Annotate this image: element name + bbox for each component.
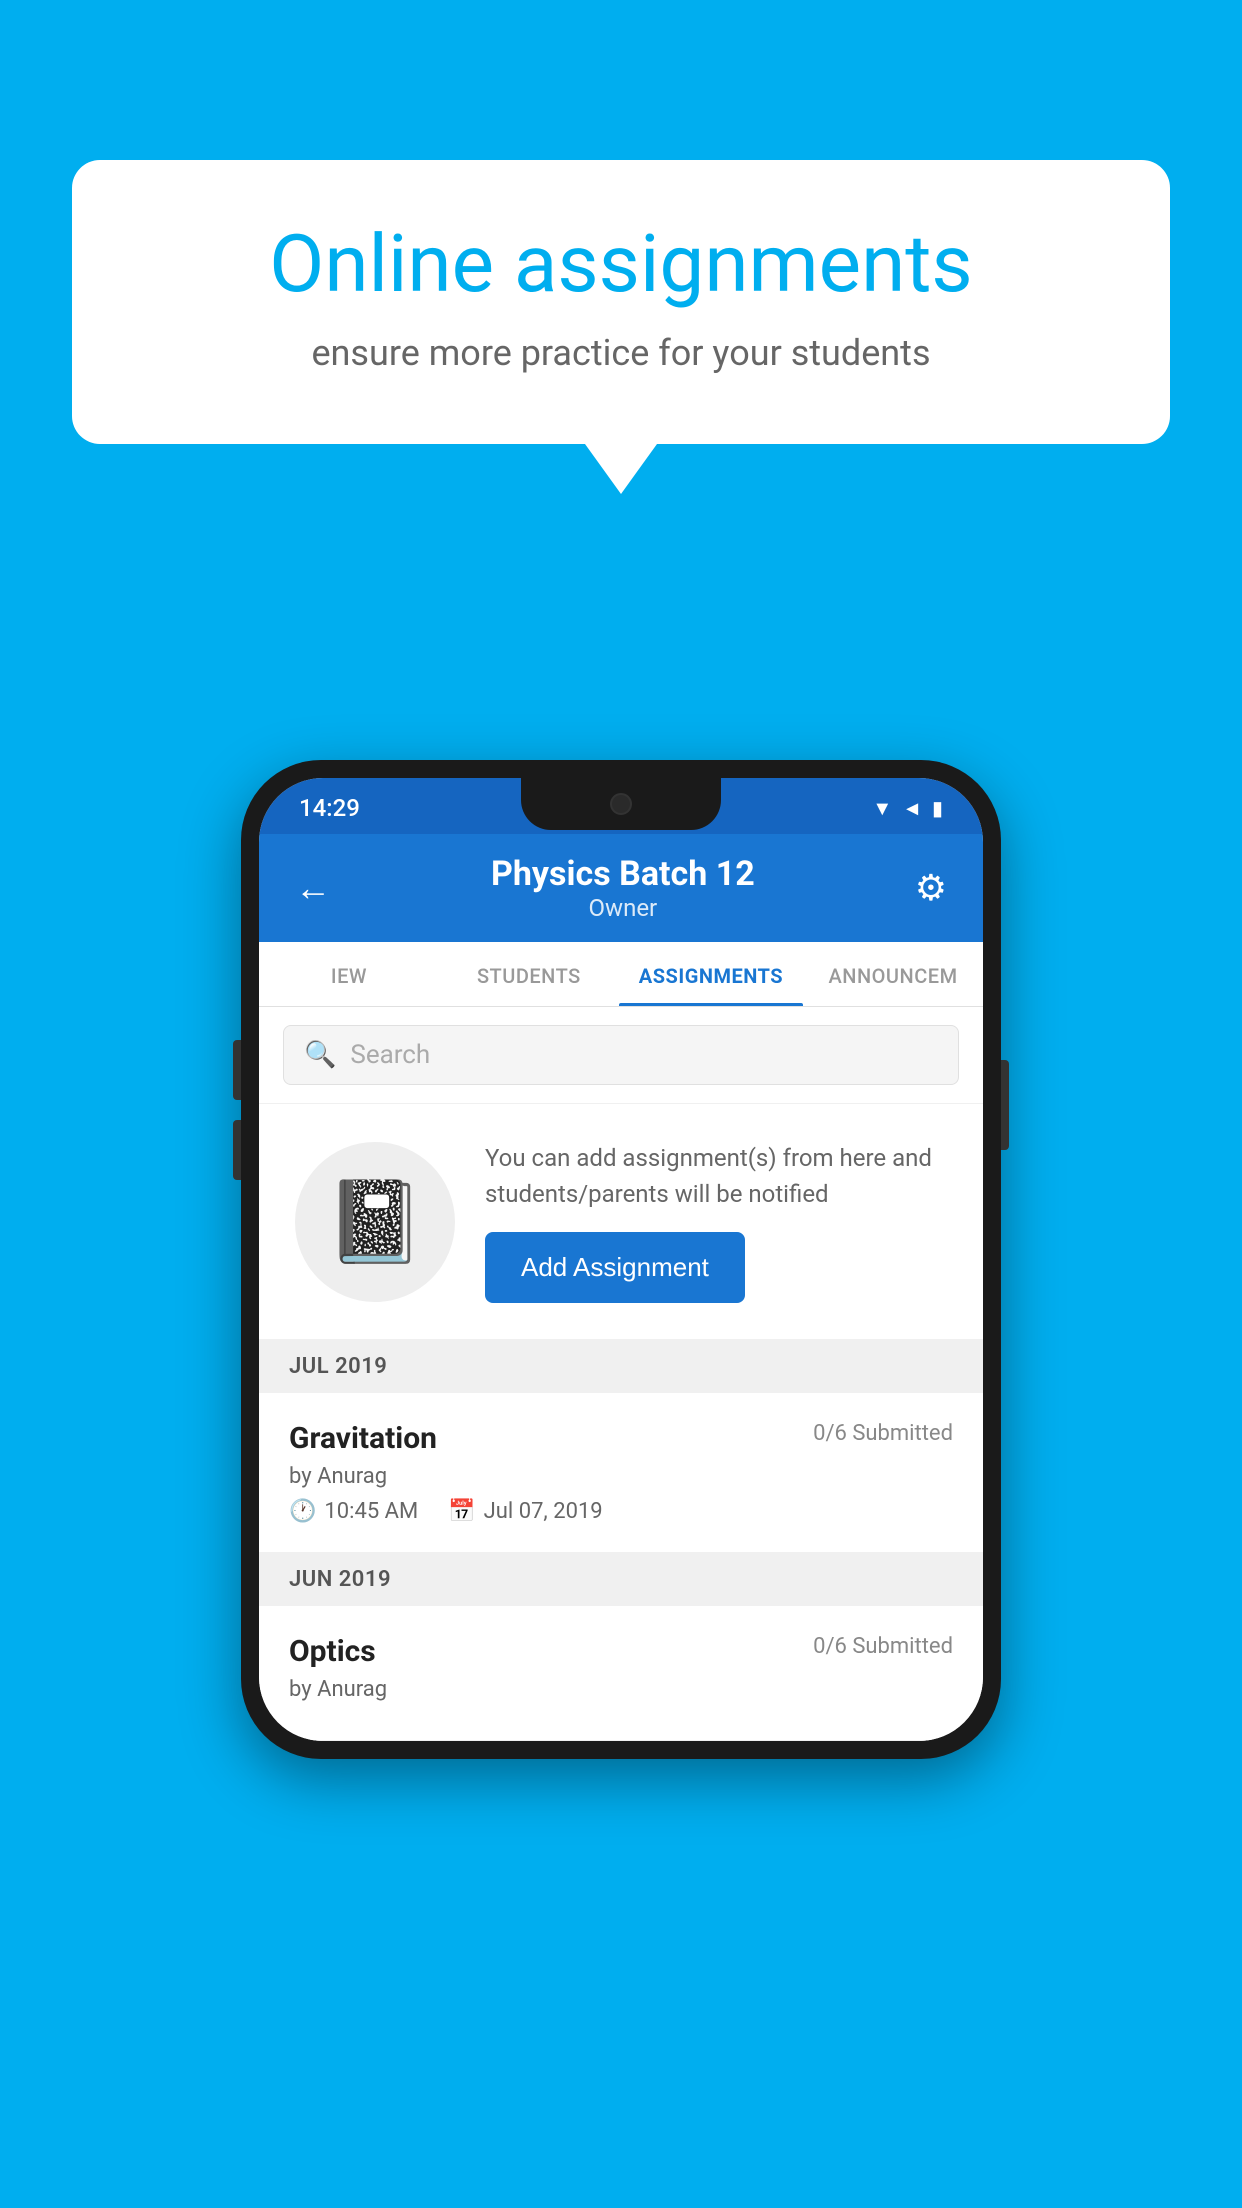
volume-up-button bbox=[233, 1040, 241, 1100]
tabs-bar: IEW STUDENTS ASSIGNMENTS ANNOUNCEM bbox=[259, 942, 983, 1007]
header-title-block: Physics Batch 12 Owner bbox=[491, 854, 755, 922]
assignment-meta: 🕐 10:45 AM 📅 Jul 07, 2019 bbox=[289, 1499, 953, 1524]
optics-submitted: 0/6 Submitted bbox=[813, 1634, 953, 1659]
front-camera bbox=[610, 793, 632, 815]
speech-bubble-arrow bbox=[585, 444, 657, 494]
optics-title: Optics bbox=[289, 1634, 376, 1669]
notebook-icon: 📓 bbox=[325, 1175, 425, 1269]
promo-card: 📓 You can add assignment(s) from here an… bbox=[259, 1104, 983, 1340]
assignment-row1: Gravitation 0/6 Submitted bbox=[289, 1421, 953, 1456]
tab-iew[interactable]: IEW bbox=[259, 942, 439, 1006]
speech-bubble-title: Online assignments bbox=[152, 220, 1090, 308]
header-title: Physics Batch 12 bbox=[491, 854, 755, 894]
back-button[interactable]: ← bbox=[295, 867, 331, 909]
clock-icon: 🕐 bbox=[289, 1499, 316, 1524]
speech-bubble: Online assignments ensure more practice … bbox=[72, 160, 1170, 444]
month-separator-jun: JUN 2019 bbox=[259, 1553, 983, 1606]
assignment-submitted: 0/6 Submitted bbox=[813, 1421, 953, 1446]
assignment-time-value: 10:45 AM bbox=[324, 1499, 418, 1524]
month-separator-jul: JUL 2019 bbox=[259, 1340, 983, 1393]
settings-button[interactable]: ⚙ bbox=[915, 867, 947, 909]
volume-down-button bbox=[233, 1120, 241, 1180]
battery-icon: ▮ bbox=[932, 796, 943, 820]
optics-row1: Optics 0/6 Submitted bbox=[289, 1634, 953, 1669]
speech-bubble-container: Online assignments ensure more practice … bbox=[72, 160, 1170, 494]
assignment-item-optics[interactable]: Optics 0/6 Submitted by Anurag bbox=[259, 1606, 983, 1741]
assignment-title: Gravitation bbox=[289, 1421, 437, 1456]
search-icon: 🔍 bbox=[304, 1040, 336, 1070]
calendar-icon: 📅 bbox=[448, 1499, 475, 1524]
phone-notch bbox=[521, 778, 721, 830]
search-input-wrap[interactable]: 🔍 Search bbox=[283, 1025, 959, 1085]
promo-text: You can add assignment(s) from here and … bbox=[485, 1140, 953, 1212]
assignment-author: by Anurag bbox=[289, 1464, 953, 1489]
tab-announcements[interactable]: ANNOUNCEM bbox=[803, 942, 983, 1006]
assignment-item-gravitation[interactable]: Gravitation 0/6 Submitted by Anurag 🕐 10… bbox=[259, 1393, 983, 1553]
tab-students[interactable]: STUDENTS bbox=[439, 942, 619, 1006]
status-icons: ▼ ◄ ▮ bbox=[872, 796, 943, 821]
status-time: 14:29 bbox=[299, 794, 360, 822]
add-assignment-button[interactable]: Add Assignment bbox=[485, 1232, 745, 1303]
signal-icon: ◄ bbox=[902, 796, 922, 821]
assignment-time: 🕐 10:45 AM bbox=[289, 1499, 418, 1524]
assignment-date: 📅 Jul 07, 2019 bbox=[448, 1499, 602, 1524]
phone-screen: 14:29 ▼ ◄ ▮ ← Physics Batch 12 Owner ⚙ I… bbox=[259, 778, 983, 1741]
search-container: 🔍 Search bbox=[259, 1007, 983, 1104]
optics-author: by Anurag bbox=[289, 1677, 953, 1702]
header-subtitle: Owner bbox=[491, 894, 755, 922]
promo-content: You can add assignment(s) from here and … bbox=[485, 1140, 953, 1303]
search-input[interactable]: Search bbox=[350, 1040, 430, 1070]
wifi-icon: ▼ bbox=[872, 796, 892, 821]
speech-bubble-subtitle: ensure more practice for your students bbox=[152, 332, 1090, 374]
assignment-date-value: Jul 07, 2019 bbox=[484, 1499, 603, 1524]
power-button bbox=[1001, 1060, 1009, 1150]
app-header: ← Physics Batch 12 Owner ⚙ bbox=[259, 834, 983, 942]
promo-icon-circle: 📓 bbox=[295, 1142, 455, 1302]
tab-assignments[interactable]: ASSIGNMENTS bbox=[619, 942, 803, 1006]
phone-frame: 14:29 ▼ ◄ ▮ ← Physics Batch 12 Owner ⚙ I… bbox=[241, 760, 1001, 1759]
